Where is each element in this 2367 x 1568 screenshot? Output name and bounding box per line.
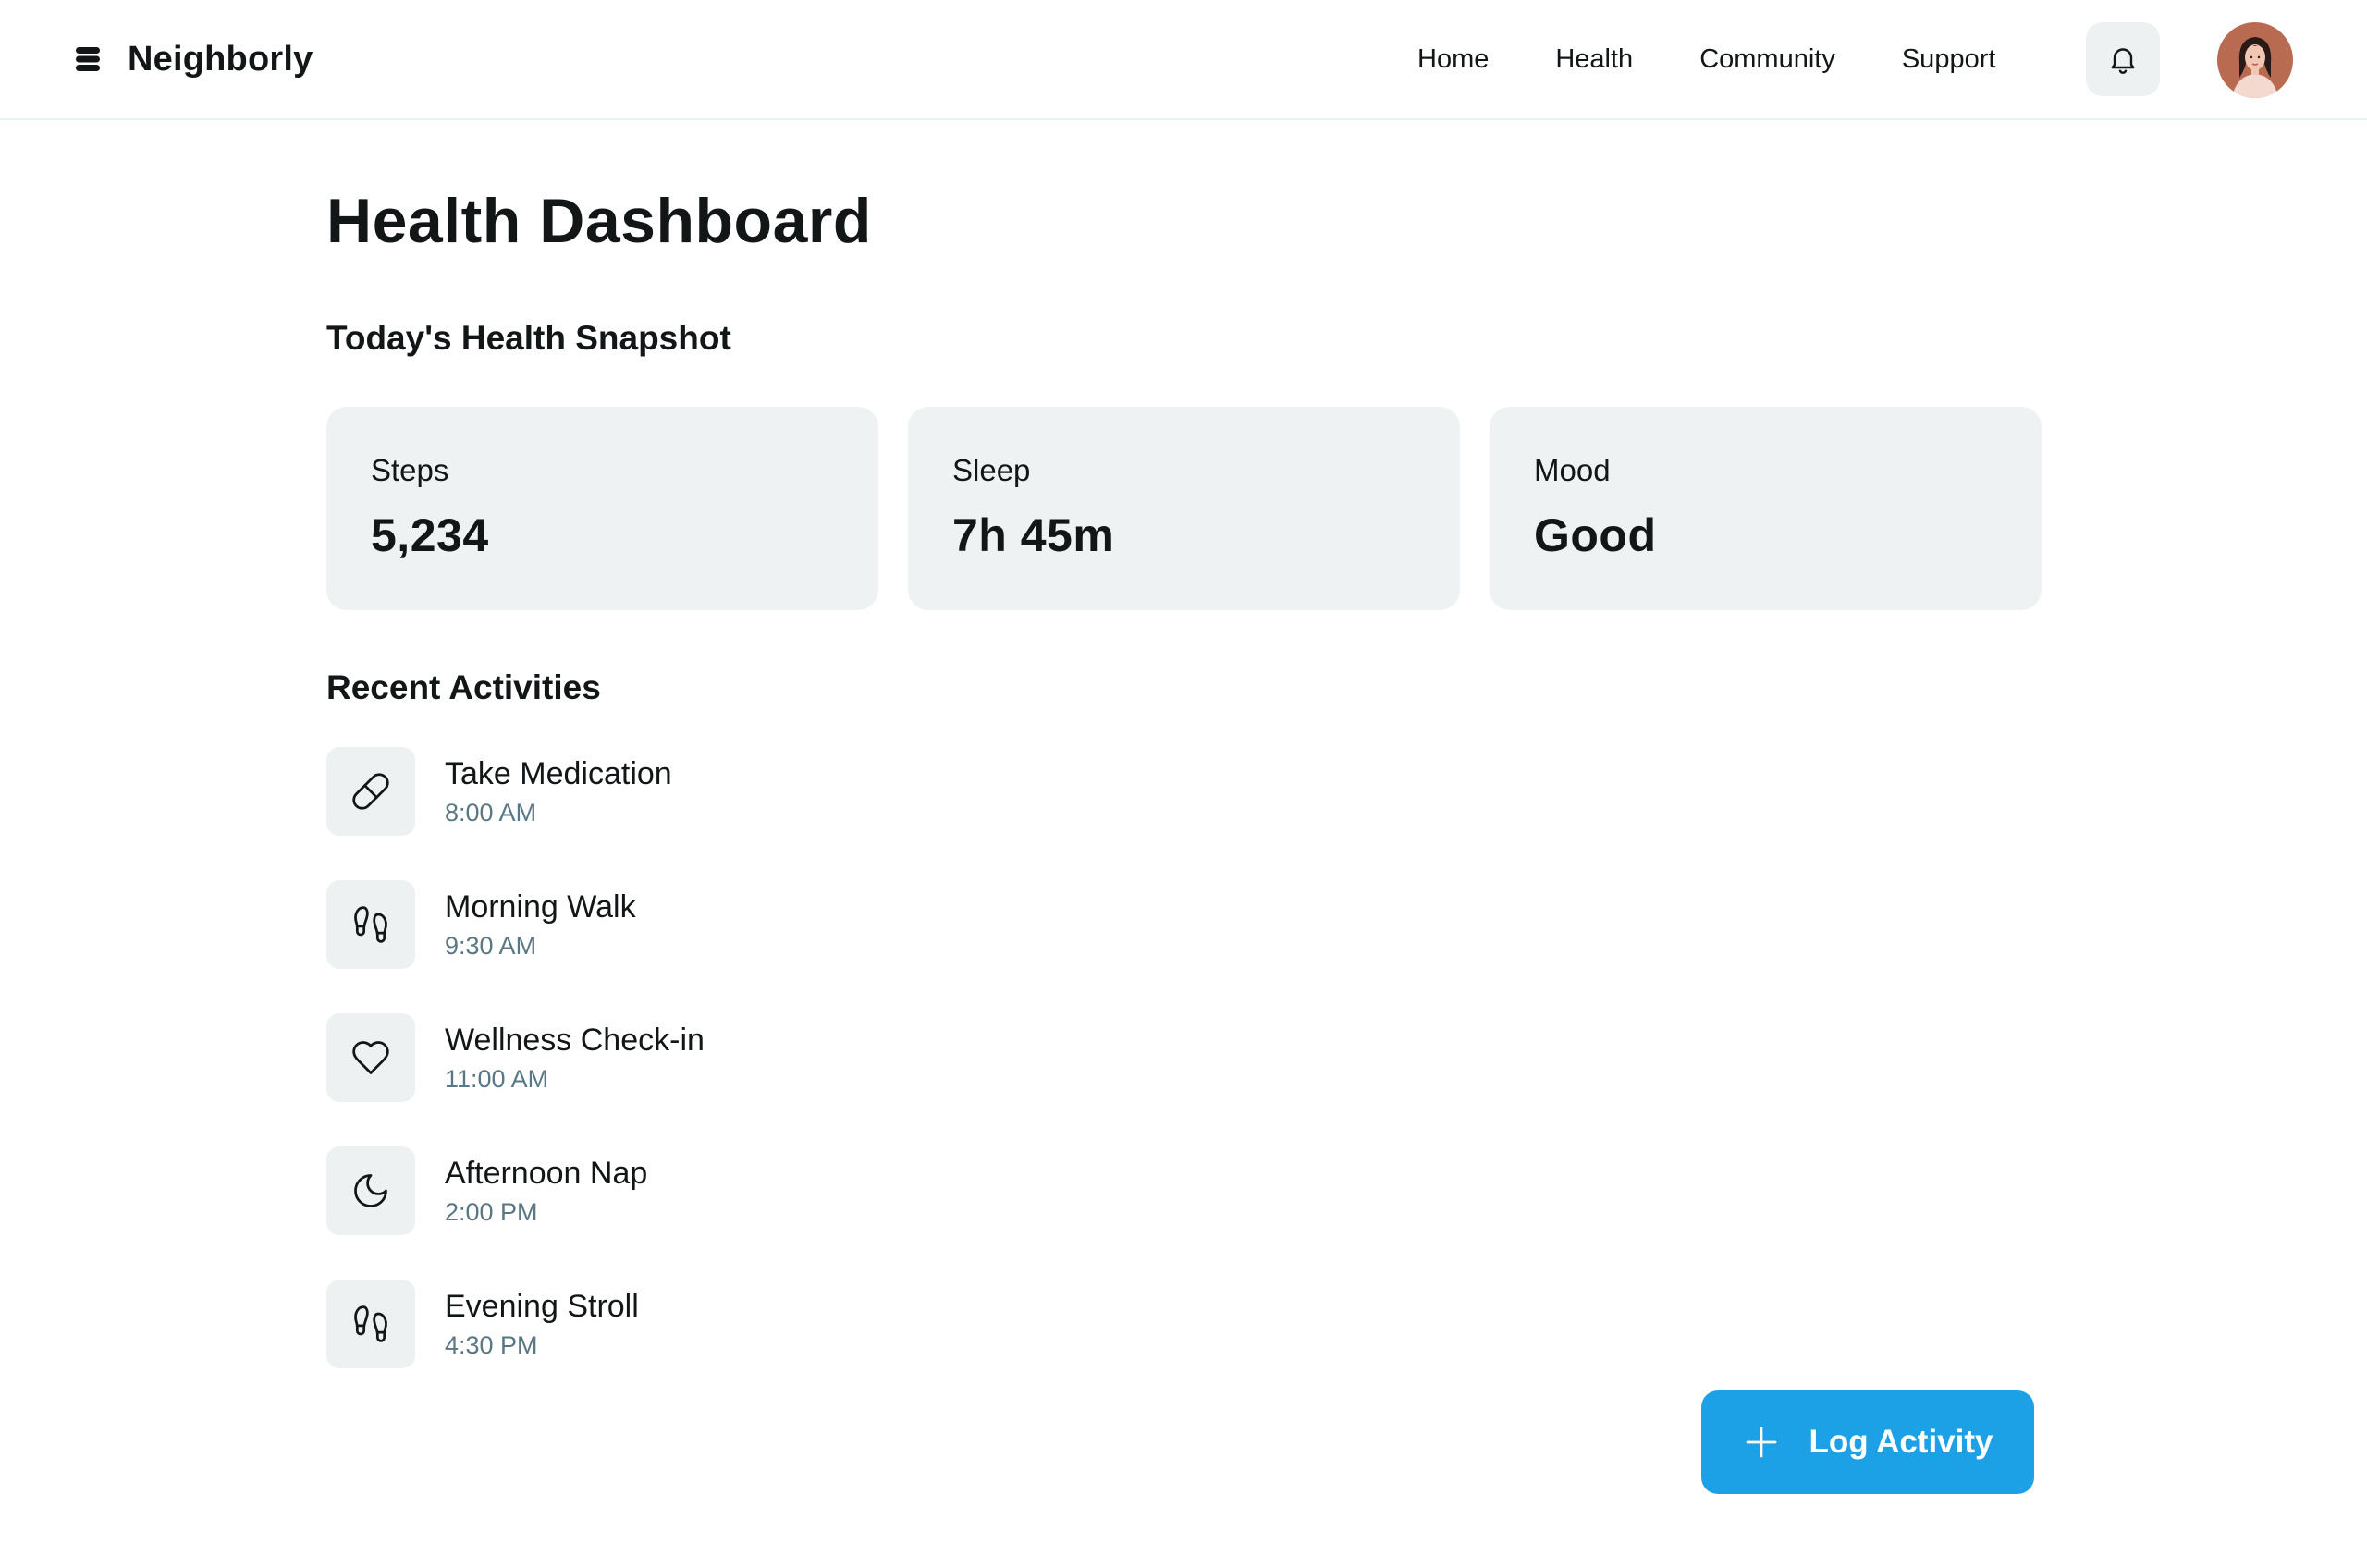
logo-icon [74,44,102,74]
recent-activities-title: Recent Activities [326,668,601,706]
main-nav: Home Health Community Support [1417,0,1995,118]
steps-card[interactable]: Steps 5,234 [326,407,878,610]
nav-health[interactable]: Health [1555,44,1633,75]
card-label: Sleep [952,453,1031,487]
card-value: 7h 45m [952,509,1115,561]
app-name: Neighborly [128,39,313,79]
plus-icon [1746,1427,1776,1458]
card-label: Mood [1534,453,1611,487]
activity-item[interactable]: Morning Walk 9:30 AM [326,880,705,969]
activity-name: Afternoon Nap [445,1156,648,1191]
activity-item[interactable]: Afternoon Nap 2:00 PM [326,1146,705,1235]
sleep-card[interactable]: Sleep 7h 45m [908,407,1460,610]
activity-item[interactable]: Evening Stroll 4:30 PM [326,1280,705,1368]
activity-name: Wellness Check-in [445,1023,705,1058]
heart-icon [326,1013,415,1102]
activity-name: Take Medication [445,756,672,791]
activity-item[interactable]: Take Medication 8:00 AM [326,747,705,836]
activity-time: 8:00 AM [445,799,537,827]
activity-item[interactable]: Wellness Check-in 11:00 AM [326,1013,705,1102]
card-value: Good [1534,509,1657,561]
activity-time: 2:00 PM [445,1198,538,1226]
moon-icon [326,1146,415,1235]
card-label: Steps [371,453,449,487]
activity-time: 9:30 AM [445,932,537,960]
nav-support[interactable]: Support [1902,44,1996,75]
mood-card[interactable]: Mood Good [1490,407,2042,610]
footprints-icon [326,880,415,969]
page-title: Health Dashboard [326,186,872,256]
nav-home[interactable]: Home [1417,44,1489,75]
activity-name: Evening Stroll [445,1289,639,1324]
bell-icon [2111,48,2135,74]
footprints-icon [326,1280,415,1368]
pill-icon [326,747,415,836]
activity-time: 11:00 AM [445,1065,549,1093]
top-navigation-bar: Neighborly Home Health Community Support [0,0,2367,120]
nav-community[interactable]: Community [1699,44,1835,75]
notifications-button[interactable] [2086,22,2160,96]
brand[interactable]: Neighborly [74,0,313,118]
snapshot-cards: Steps 5,234 Sleep 7h 45m Mood Good [326,407,2042,610]
activity-list: Take Medication 8:00 AM Morning Walk 9:3… [326,747,705,1413]
user-avatar[interactable] [2217,22,2293,98]
activity-time: 4:30 PM [445,1331,538,1359]
log-activity-button[interactable]: Log Activity [1701,1390,2034,1494]
card-value: 5,234 [371,509,489,561]
activity-name: Morning Walk [445,889,636,925]
snapshot-title: Today's Health Snapshot [326,319,731,357]
log-activity-label: Log Activity [1809,1424,1993,1460]
